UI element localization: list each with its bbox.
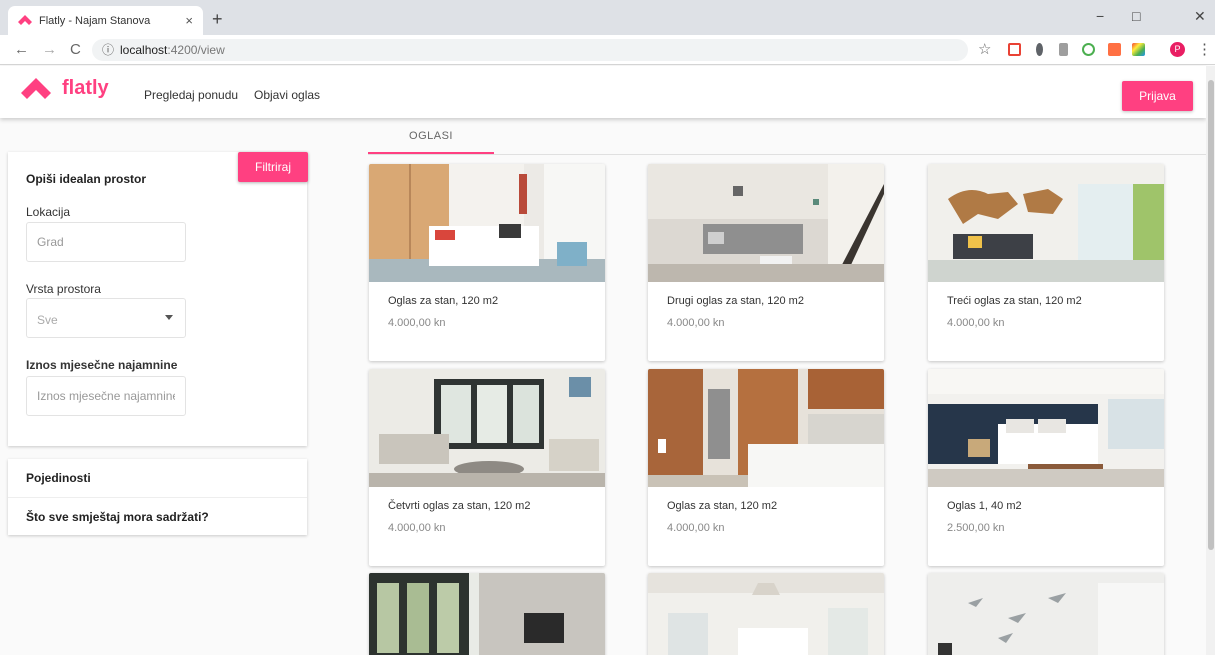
listing-title[interactable]: Četvrti oglas za stan, 120 m2 (388, 500, 530, 512)
accordion-panel: Pojedinosti Što sve smještaj mora sadrža… (8, 459, 307, 535)
listing-card[interactable]: Četvrti oglas za stan, 120 m2 4.000,00 k… (369, 369, 605, 566)
url-path: :4200/view (167, 43, 225, 57)
url-host: localhost (120, 43, 168, 57)
nav-pregledaj-ponudu[interactable]: Pregledaj ponudu (144, 88, 238, 102)
listing-title[interactable]: Treći oglas za stan, 120 m2 (947, 295, 1082, 307)
location-input[interactable] (26, 222, 186, 262)
scrollbar-thumb[interactable] (1208, 80, 1214, 550)
extension-gray-icon[interactable] (1059, 43, 1068, 56)
location-label: Lokacija (26, 205, 71, 219)
listing-title[interactable]: Drugi oglas za stan, 120 m2 (667, 295, 804, 307)
browser-tab-bar: Flatly - Najam Stanova × + − □ ✕ (0, 0, 1215, 35)
dropdown-caret-icon (165, 315, 173, 320)
living-room-photo (648, 164, 884, 282)
url-input[interactable]: ⓘ localhost:4200/view (92, 39, 968, 61)
sunroom-photo (369, 369, 605, 487)
extension-color-icon[interactable] (1132, 43, 1145, 56)
window-close-icon[interactable]: ✕ (1194, 8, 1206, 25)
maximize-icon[interactable]: □ (1132, 8, 1140, 24)
active-tab-indicator (368, 152, 494, 154)
listing-title[interactable]: Oglas za stan, 120 m2 (388, 295, 498, 307)
tab-close-icon[interactable]: × (185, 13, 193, 28)
stone-fireplace-photo (369, 573, 605, 655)
living-room-map-photo (928, 164, 1164, 282)
browser-tab[interactable]: Flatly - Najam Stanova × (8, 6, 203, 35)
rent-input[interactable] (26, 376, 186, 416)
rent-label: Iznos mjesečne najamnine (26, 358, 178, 372)
navy-bedroom-photo (928, 369, 1164, 487)
listing-price: 4.000,00 kn (947, 317, 1005, 329)
listing-card[interactable] (369, 573, 605, 655)
profile-avatar[interactable]: P (1170, 42, 1185, 57)
flatly-logo-icon[interactable] (20, 76, 52, 104)
accordion-amenities[interactable]: Što sve smještaj mora sadržati? (8, 497, 307, 535)
extension-green-icon[interactable] (1082, 43, 1095, 56)
app-header: flatly Pregledaj ponudu Objavi oglas Pri… (0, 66, 1206, 118)
extension-pocket-icon[interactable] (1008, 43, 1021, 56)
space-type-select[interactable]: Sve (26, 298, 186, 338)
listing-price: 2.500,00 kn (947, 522, 1005, 534)
filter-title: Opiši idealan prostor (26, 172, 147, 186)
listing-card[interactable] (648, 573, 884, 655)
listing-title[interactable]: Oglas za stan, 120 m2 (667, 500, 777, 512)
info-icon[interactable]: ⓘ (102, 43, 114, 57)
bedroom-photo (369, 164, 605, 282)
reload-icon[interactable]: C (70, 41, 81, 58)
back-icon[interactable]: ← (14, 41, 29, 58)
listing-card[interactable]: Drugi oglas za stan, 120 m2 4.000,00 kn (648, 164, 884, 361)
new-tab-button[interactable]: + (212, 9, 223, 30)
kitchen-photo (648, 369, 884, 487)
accordion-pojedinosti[interactable]: Pojedinosti (8, 459, 307, 497)
listing-card[interactable]: Oglas za stan, 120 m2 4.000,00 kn (369, 164, 605, 361)
bookmark-star-icon[interactable]: ☆ (978, 40, 991, 58)
listing-price: 4.000,00 kn (667, 317, 725, 329)
filter-button[interactable]: Filtriraj (238, 152, 308, 182)
tab-title: Flatly - Najam Stanova (39, 14, 151, 27)
nav-objavi-oglas[interactable]: Objavi oglas (254, 88, 320, 102)
forward-icon[interactable]: → (42, 41, 57, 58)
listing-card[interactable]: Treći oglas za stan, 120 m2 4.000,00 kn (928, 164, 1164, 361)
browser-menu-icon[interactable]: ⋮ (1197, 40, 1212, 58)
address-bar: ← → C ⓘ localhost:4200/view ☆ P ⋮ (0, 35, 1215, 65)
birds-interior-photo (928, 573, 1164, 655)
extension-pin-icon[interactable] (1036, 43, 1043, 56)
minimize-icon[interactable]: − (1096, 8, 1104, 24)
listing-card[interactable]: Oglas 1, 40 m2 2.500,00 kn (928, 369, 1164, 566)
listing-price: 4.000,00 kn (388, 522, 446, 534)
listing-card[interactable]: Oglas za stan, 120 m2 4.000,00 kn (648, 369, 884, 566)
space-type-value: Sve (37, 313, 58, 327)
flatly-favicon-icon (18, 14, 32, 25)
listing-price: 4.000,00 kn (388, 317, 446, 329)
listing-title[interactable]: Oglas 1, 40 m2 (947, 500, 1022, 512)
space-type-label: Vrsta prostora (26, 282, 101, 296)
extension-fox-icon[interactable] (1108, 43, 1121, 56)
listing-card[interactable] (928, 573, 1164, 655)
login-button[interactable]: Prijava (1122, 81, 1193, 111)
listing-price: 4.000,00 kn (667, 522, 725, 534)
white-kitchen-photo (648, 573, 884, 655)
brand-name[interactable]: flatly (62, 77, 109, 100)
